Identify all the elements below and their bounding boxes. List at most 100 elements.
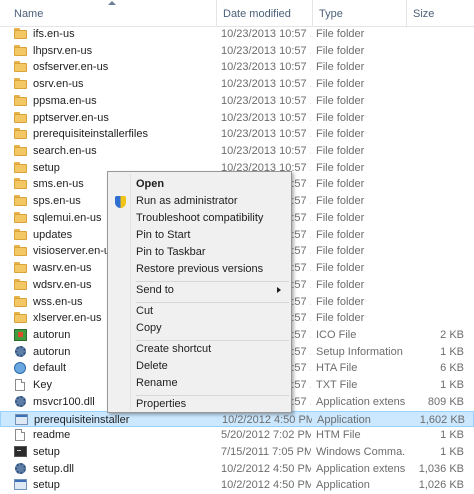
menu-item-run-as-administrator[interactable]: Run as administrator: [110, 193, 289, 210]
file-name: prerequisiteinstallerfiles: [33, 128, 148, 141]
submenu-arrow-icon: [277, 287, 281, 293]
file-icon-cell: [14, 377, 28, 393]
file-icon-cell: [14, 143, 28, 159]
file-row[interactable]: readme 5/20/2012 7:02 PM HTM File 1 KB: [0, 427, 474, 444]
file-size: [408, 176, 464, 192]
file-row[interactable]: osfserver.en-us 10/23/2013 10:57 ... File …: [0, 59, 474, 76]
file-name: prerequisiteinstaller: [34, 413, 130, 426]
column-header-size[interactable]: Size: [406, 0, 474, 26]
file-size: 1 KB: [440, 345, 464, 358]
file-date-modified: 10/23/2013 10:57 ...: [221, 78, 311, 91]
file-size: 1,036 KB: [418, 462, 464, 475]
file-row[interactable]: lhpsrv.en-us 10/23/2013 10:57 ... File fol…: [0, 43, 474, 60]
folder-icon: [14, 245, 27, 257]
column-header-date-modified[interactable]: Date modified: [216, 0, 312, 26]
menu-item-delete[interactable]: Delete: [110, 358, 289, 375]
menu-item-cut[interactable]: Cut: [110, 303, 289, 320]
file-type: File folder: [316, 278, 365, 291]
menu-item-copy[interactable]: Copy: [110, 320, 289, 337]
menu-item-send-to[interactable]: Send to: [110, 282, 289, 299]
menu-item-troubleshoot-compatibility[interactable]: Troubleshoot compatibility: [110, 210, 289, 227]
file-name: osrv.en-us: [33, 78, 84, 91]
file-type: Application: [317, 413, 371, 426]
file-type: ICO File: [316, 328, 357, 341]
file-row[interactable]: ifs.en-us 10/23/2013 10:57 ... File folder: [0, 26, 474, 43]
menu-item-properties[interactable]: Properties: [110, 396, 289, 413]
file-icon-cell: [14, 444, 28, 460]
file-name: search.en-us: [33, 145, 97, 158]
column-header-type[interactable]: Type: [312, 0, 406, 26]
file-icon-cell: [14, 260, 28, 276]
file-row[interactable]: osrv.en-us 10/23/2013 10:57 ... File folde…: [0, 76, 474, 93]
menu-item-create-shortcut[interactable]: Create shortcut: [110, 341, 289, 358]
file-icon-cell: [14, 26, 28, 42]
file-size: [408, 143, 464, 159]
file-icon-cell: [14, 344, 28, 360]
file-icon-cell: [14, 294, 28, 310]
file-size: [408, 126, 464, 142]
file-name: ppsma.en-us: [33, 94, 97, 107]
file-name: setup.dll: [33, 462, 74, 475]
file-type: Setup Information: [316, 345, 403, 358]
file-type: HTM File: [316, 429, 361, 442]
application-icon: [15, 413, 28, 425]
file-size: [408, 227, 464, 243]
htm-file-icon: [15, 429, 25, 442]
file-name: setup: [33, 445, 60, 458]
file-icon-cell: [14, 427, 28, 443]
file-name: ifs.en-us: [33, 28, 75, 40]
file-size: [408, 243, 464, 259]
file-icon-cell: [14, 193, 28, 209]
file-row[interactable]: pptserver.en-us 10/23/2013 10:57 ... File …: [0, 110, 474, 127]
file-type: File folder: [316, 111, 365, 124]
file-type: File folder: [316, 28, 365, 40]
file-size: 1 KB: [440, 429, 464, 442]
setup-information-icon: [15, 345, 26, 357]
file-type: TXT File: [316, 379, 358, 392]
file-size: [408, 210, 464, 226]
file-size: [408, 160, 464, 176]
hta-file-icon: [14, 362, 26, 375]
menu-item-restore-previous-versions[interactable]: Restore previous versions: [110, 261, 289, 278]
file-icon-cell: [14, 76, 28, 92]
application-icon: [14, 479, 27, 491]
file-row[interactable]: prerequisiteinstaller 10/2/2012 4:50 PM Ap…: [0, 410, 474, 428]
file-size: [408, 260, 464, 276]
ico-file-icon: [14, 328, 27, 341]
file-icon-cell: [14, 310, 28, 326]
menu-item-open[interactable]: Open: [110, 176, 289, 193]
file-date-modified: 10/23/2013 10:57 ...: [221, 61, 311, 74]
file-date-modified: 10/23/2013 10:57 ...: [221, 145, 311, 158]
menu-item-pin-to-taskbar[interactable]: Pin to Taskbar: [110, 244, 289, 261]
dll-file-icon: [15, 395, 26, 407]
file-type: Application extens...: [316, 395, 406, 408]
menu-item-rename[interactable]: Rename: [110, 375, 289, 392]
folder-icon: [14, 111, 27, 124]
file-icon-cell: [14, 461, 28, 477]
folder-icon: [14, 61, 27, 73]
menu-item-pin-to-start[interactable]: Pin to Start: [110, 227, 289, 244]
command-script-icon: [14, 445, 27, 457]
file-row[interactable]: prerequisiteinstallerfiles 10/23/2013 10:…: [0, 126, 474, 143]
file-row[interactable]: ppsma.en-us 10/23/2013 10:57 ... File fold…: [0, 93, 474, 110]
file-size: [408, 26, 464, 42]
file-size: [408, 277, 464, 293]
file-row[interactable]: setup 7/15/2011 7:05 PM Windows Comma... 1 …: [0, 444, 474, 461]
file-row[interactable]: setup 10/2/2012 4:50 PM Application 1,026 K…: [0, 477, 474, 494]
file-row[interactable]: search.en-us 10/23/2013 10:57 ... File fol…: [0, 143, 474, 160]
file-icon-cell: [14, 176, 28, 192]
file-date-modified: 5/20/2012 7:02 PM: [221, 429, 311, 442]
file-icon-cell: [14, 160, 28, 176]
folder-icon: [14, 278, 27, 291]
file-date-modified: 10/23/2013 10:57 ...: [221, 128, 311, 141]
folder-icon: [14, 295, 27, 308]
file-size: [408, 93, 464, 109]
file-row[interactable]: setup.dll 10/2/2012 4:50 PM Application ex…: [0, 461, 474, 478]
file-size: 1 KB: [440, 445, 464, 458]
file-size: [408, 193, 464, 209]
folder-icon: [14, 128, 27, 140]
file-type: File folder: [316, 195, 365, 208]
file-type: Application: [316, 479, 370, 492]
file-name: lhpsrv.en-us: [33, 44, 93, 57]
file-type: File folder: [316, 178, 365, 191]
